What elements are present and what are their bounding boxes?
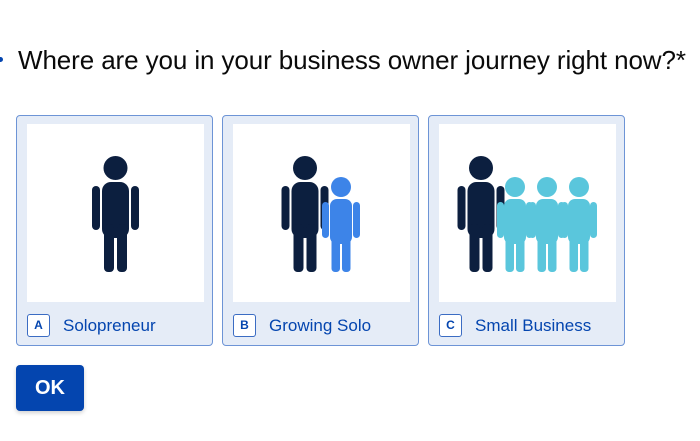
- two-people-icon: [281, 156, 360, 272]
- ok-button[interactable]: OK: [16, 365, 84, 411]
- option-label: Growing Solo: [269, 316, 372, 335]
- option-key-badge: C: [439, 314, 462, 337]
- option-key-badge: B: [233, 314, 256, 337]
- question-title: Where are you in your business owner jou…: [18, 45, 686, 75]
- single-person-icon: [92, 156, 139, 272]
- option-label: Small Business: [475, 316, 592, 335]
- option-image: [27, 124, 204, 302]
- option-growing-solo[interactable]: B Growing Solo: [222, 115, 419, 346]
- form-page: Where are you in your business owner jou…: [0, 0, 700, 441]
- group-people-icon: [457, 156, 597, 272]
- answer-options: A Solopreneur B Growing Solo C Small Bus…: [16, 115, 625, 346]
- option-image: [233, 124, 410, 302]
- option-solopreneur[interactable]: A Solopreneur: [16, 115, 213, 346]
- option-label: Solopreneur: [63, 316, 156, 335]
- option-key-badge: A: [27, 314, 50, 337]
- option-image: [439, 124, 616, 302]
- option-small-business[interactable]: C Small Business: [428, 115, 625, 346]
- question-marker: [0, 57, 3, 62]
